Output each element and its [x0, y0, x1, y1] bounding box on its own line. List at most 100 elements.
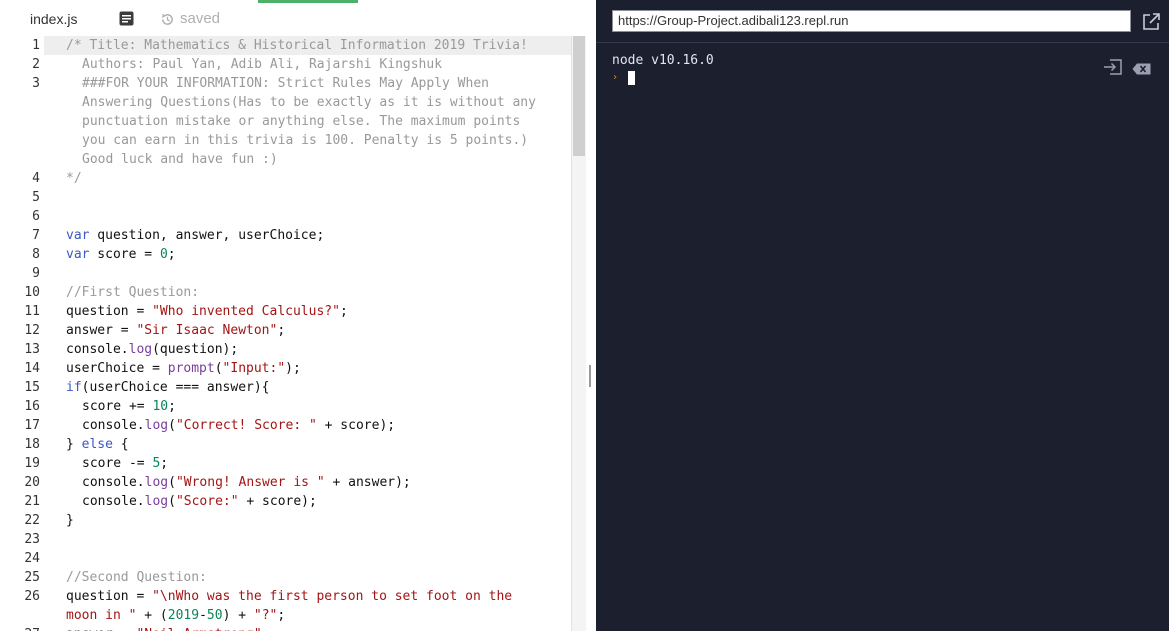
- code-text: /* Title: Mathematics & Historical Infor…: [66, 36, 528, 55]
- code-token: "Wrong! Answer is ": [175, 475, 325, 490]
- code-text: }: [66, 511, 74, 530]
- code-editor[interactable]: 1 /* Title: Mathematics & Historical Info…: [0, 36, 571, 631]
- editor-header: index.js saved: [0, 0, 588, 36]
- console-divider: [596, 42, 1169, 43]
- code-text: console.log("Wrong! Answer is " + answer…: [82, 473, 411, 492]
- code-token: "Sir Isaac Newton": [136, 323, 278, 338]
- code-token: ;: [262, 627, 270, 631]
- editor-scrollbar[interactable]: [571, 36, 586, 631]
- line-number: 5: [32, 190, 40, 205]
- code-token: log: [144, 494, 169, 509]
- line-number: 6: [32, 209, 40, 224]
- code-token: (question);: [152, 342, 239, 357]
- code-text: question = "\nWho was the first person t…: [66, 587, 512, 606]
- code-token: {: [112, 437, 129, 452]
- code-token: (: [168, 475, 176, 490]
- code-token: "Correct! Score: ": [175, 418, 317, 433]
- line-number: 19: [24, 456, 40, 471]
- code-token: console.: [66, 342, 129, 357]
- code-text: Answering Questions(Has to be exactly as…: [82, 93, 536, 112]
- pane-resize-handle[interactable]: [589, 365, 591, 387]
- code-token: //Second Question:: [66, 570, 207, 585]
- code-text: */: [66, 169, 82, 188]
- code-text: //Second Question:: [66, 568, 207, 587]
- editor-pane: index.js saved 1 /* Title: Mathematics & …: [0, 0, 588, 631]
- line-number: 10: [24, 285, 40, 300]
- code-token: + (: [136, 608, 168, 623]
- code-token: prompt: [167, 361, 215, 376]
- code-token: console.: [82, 475, 145, 490]
- code-token: + score);: [238, 494, 317, 509]
- code-token: }: [66, 513, 74, 528]
- code-token: -: [199, 608, 207, 623]
- line-number: 17: [24, 418, 40, 433]
- code-token: + answer);: [324, 475, 411, 490]
- line-number: 23: [24, 532, 40, 547]
- line-number: 26: [24, 589, 40, 604]
- line-number: 21: [24, 494, 40, 509]
- code-text: you can earn in this trivia is 100. Pena…: [82, 131, 528, 150]
- code-token: punctuation mistake or anything else. Th…: [82, 114, 521, 129]
- code-token: question, answer, userChoice;: [89, 228, 325, 243]
- line-number: 20: [24, 475, 40, 490]
- code-token: "?": [253, 608, 278, 623]
- line-number: 18: [24, 437, 40, 452]
- code-text: Authors: Paul Yan, Adib Ali, Rajarshi Ki…: [82, 55, 442, 74]
- code-token: ;: [168, 399, 176, 414]
- line-number: 7: [32, 228, 40, 243]
- line-number: 4: [32, 171, 40, 186]
- code-token: ;: [339, 304, 348, 319]
- line-number: 16: [24, 399, 40, 414]
- code-token: ;: [277, 608, 286, 623]
- code-token: question =: [66, 304, 153, 319]
- code-token: /* Title: Mathematics & Historical Infor…: [66, 38, 528, 53]
- code-token: answer =: [66, 627, 136, 631]
- file-tab-index-js[interactable]: index.js: [22, 7, 85, 31]
- code-text: Good luck and have fun :): [82, 150, 278, 169]
- code-text: console.log("Correct! Score: " + score);: [82, 416, 395, 435]
- code-text: //First Question:: [66, 283, 199, 302]
- clear-console-icon[interactable]: [1132, 63, 1151, 75]
- code-token: ;: [277, 323, 286, 338]
- code-token: you can earn in this trivia is 100. Pena…: [82, 133, 529, 148]
- code-text: } else {: [66, 435, 129, 454]
- code-token: score -=: [82, 456, 153, 471]
- code-token: moon in ": [66, 608, 137, 623]
- code-text: var question, answer, userChoice;: [66, 226, 324, 245]
- code-token: console.: [82, 494, 145, 509]
- open-in-new-tab-icon[interactable]: [1141, 12, 1161, 32]
- code-token: ) +: [222, 608, 254, 623]
- code-token: (: [168, 418, 176, 433]
- code-token: log: [144, 475, 169, 490]
- code-token: (: [214, 361, 223, 376]
- editor-scroll-thumb[interactable]: [573, 36, 585, 156]
- code-token: log: [144, 418, 169, 433]
- code-token: );: [285, 361, 301, 376]
- code-token: */: [66, 171, 82, 186]
- code-token: var: [66, 247, 90, 262]
- saved-label: saved: [180, 10, 221, 27]
- code-token: //First Question:: [66, 285, 200, 300]
- code-token: "Who invented Calculus?": [152, 304, 340, 319]
- code-token: Answering Questions(Has to be exactly as…: [82, 95, 536, 110]
- line-number: 1: [32, 38, 40, 53]
- saved-status: saved: [160, 9, 220, 29]
- code-text: userChoice = prompt("Input:");: [66, 359, 301, 378]
- code-token: Authors: Paul Yan, Adib Ali, Rajarshi Ki…: [82, 57, 443, 72]
- code-token: console.: [82, 418, 145, 433]
- code-token: + score);: [316, 418, 396, 433]
- insert-icon[interactable]: [1103, 58, 1123, 76]
- line-number: 14: [24, 361, 40, 376]
- code-text: answer = "Neil Armstrong";: [66, 625, 270, 631]
- console-cursor: [628, 70, 635, 85]
- code-token: answer =: [66, 323, 137, 338]
- code-token: Good luck and have fun :): [82, 152, 278, 167]
- code-text: answer = "Sir Isaac Newton";: [66, 321, 285, 340]
- code-text: console.log(question);: [66, 340, 238, 359]
- console-prompt[interactable]: ›: [612, 69, 635, 86]
- repl-url-field[interactable]: https://Group-Project.adibali123.repl.ru…: [612, 10, 1131, 32]
- code-token: "Neil Armstrong": [136, 627, 261, 631]
- code-text: punctuation mistake or anything else. Th…: [82, 112, 520, 131]
- format-icon[interactable]: [119, 11, 134, 26]
- tab-accent-bar: [258, 0, 358, 3]
